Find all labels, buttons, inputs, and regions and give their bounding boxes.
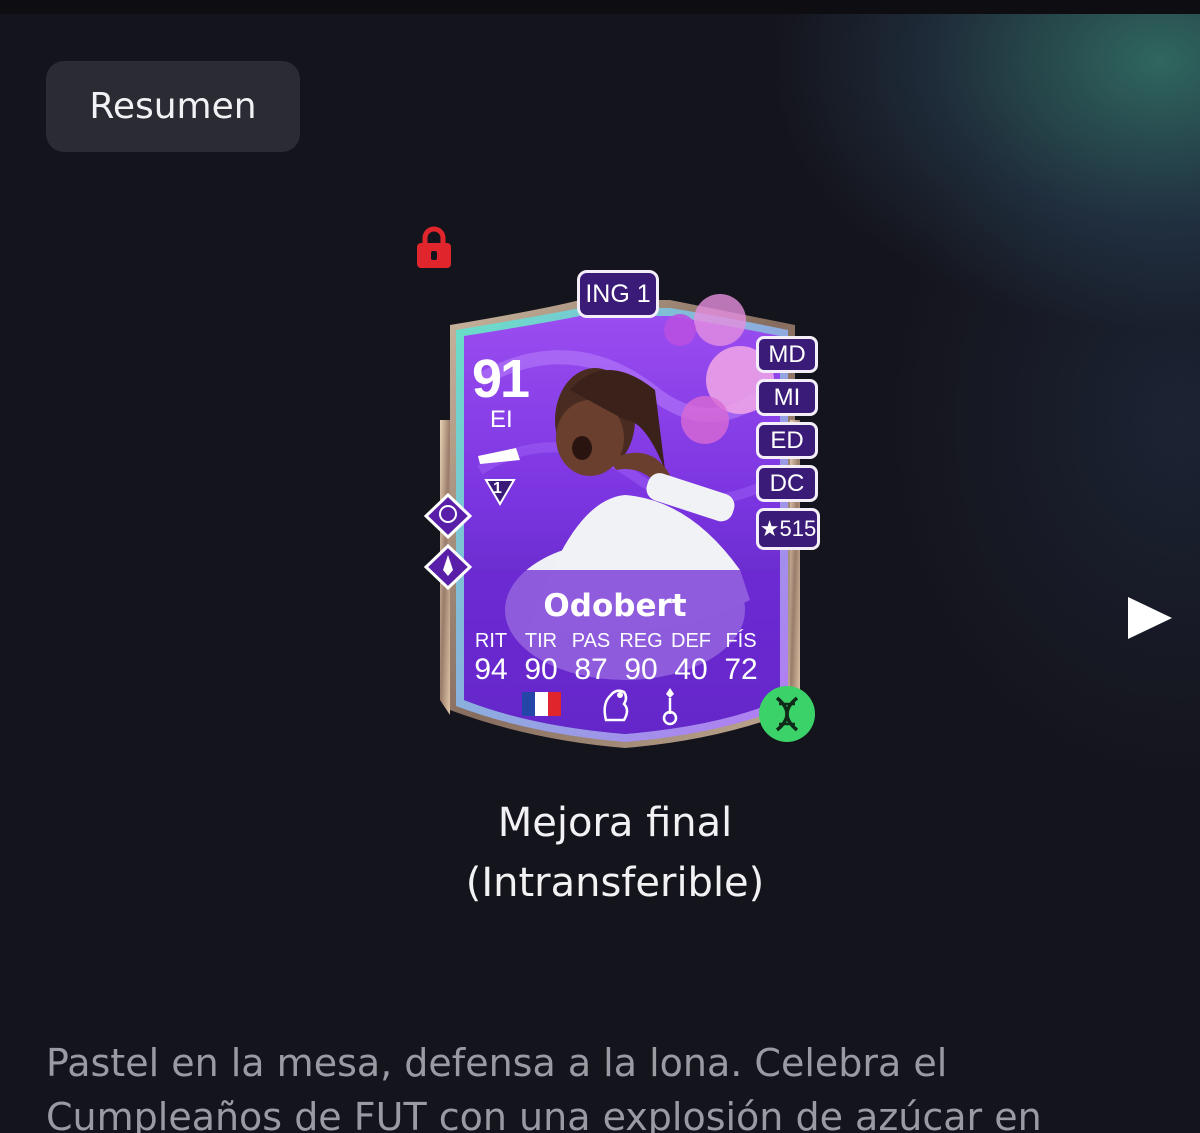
tottenham-crest-icon: [662, 688, 678, 726]
player-name: Odobert: [543, 588, 687, 624]
dna-icon: [759, 686, 815, 742]
ui-screen: Resumen ING 1 91 EI 1 MD MI ED DC ★515 O…: [0, 0, 1200, 1133]
stat-tir: TIR 90: [524, 630, 558, 686]
top-bar: [0, 0, 1200, 14]
playstyle-level: 1: [493, 480, 502, 497]
stat-fis: FÍS 72: [724, 630, 758, 686]
skill-weakfoot-badge: ★515: [756, 508, 820, 550]
stat-rit: RIT 94: [474, 630, 508, 686]
france-flag-icon: [522, 692, 561, 716]
player-position: EI: [490, 406, 513, 433]
lock-icon: [417, 226, 451, 268]
alt-position-dc: DC: [756, 465, 818, 502]
player-card[interactable]: ING 1 91 EI 1 MD MI ED DC ★515 Odobert R…: [420, 270, 830, 760]
chemistry-style-badge: ING 1: [577, 270, 659, 318]
stat-reg: REG 90: [619, 630, 663, 686]
player-rating: 91: [472, 349, 530, 409]
stat-pas: PAS 87: [571, 630, 611, 686]
player-stats: RIT 94 TIR 90 PAS 87 REG 90 DEF 40 FÍS 72: [466, 630, 766, 687]
description-text: Pastel en la mesa, defensa a la lona. Ce…: [46, 1041, 1042, 1133]
premier-league-icon: [603, 689, 629, 722]
reward-title: Mejora final (Intransferible): [465, 800, 765, 906]
alt-position-md: MD: [756, 336, 818, 373]
alt-position-ed: ED: [756, 422, 818, 459]
next-arrow-icon[interactable]: [1126, 595, 1174, 641]
stat-def: DEF 40: [671, 630, 711, 686]
alt-position-mi: MI: [756, 379, 818, 416]
summary-button[interactable]: Resumen: [46, 61, 300, 152]
